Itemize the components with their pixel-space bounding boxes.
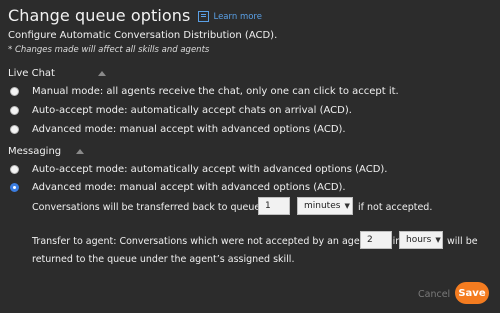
radio-button[interactable] [10,165,19,174]
transfer-back-label: Conversations will be transferred back t… [32,202,286,213]
dialog-subtitle: Configure Automatic Conversation Distrib… [8,30,278,41]
option-label: Auto-accept mode: automatically accept c… [32,105,352,116]
transfer-agent-line2: returned to the queue under the agent’s … [32,254,295,265]
live-chat-option-advanced[interactable]: Advanced mode: manual accept with advanc… [10,124,346,135]
transfer-agent-unit-select[interactable]: hours ▼ [399,231,443,249]
dialog-title: Change queue options [8,6,191,25]
radio-button[interactable] [10,87,19,96]
save-button[interactable]: Save [455,282,489,304]
messaging-heading-label: Messaging [8,146,62,157]
select-value: minutes [304,201,341,211]
dialog-header: Change queue options Learn more [8,6,262,25]
messaging-heading: Messaging [8,146,61,157]
live-chat-heading: Live Chat [8,68,55,79]
learn-more-link[interactable]: Learn more [213,12,261,22]
option-label: Advanced mode: manual accept with advanc… [32,124,346,135]
option-label: Advanced mode: manual accept with advanc… [32,182,346,193]
transfer-agent-label: Transfer to agent: Conversations which w… [32,236,402,247]
live-chat-option-auto-accept[interactable]: Auto-accept mode: automatically accept c… [10,105,352,116]
chevron-down-icon: ▼ [435,236,441,244]
live-chat-option-manual[interactable]: Manual mode: all agents receive the chat… [10,86,399,97]
transfer-agent-value-input[interactable]: 2 [360,231,392,249]
caret-up-icon[interactable] [76,149,84,154]
transfer-back-value-input[interactable]: 1 [258,197,290,215]
chevron-down-icon: ▼ [344,202,350,210]
radio-button-selected[interactable] [10,183,19,192]
transfer-back-unit-select[interactable]: minutes ▼ [297,197,353,215]
live-chat-heading-label: Live Chat [8,68,55,79]
cancel-button[interactable]: Cancel [418,289,450,300]
option-label: Manual mode: all agents receive the chat… [32,86,399,97]
changes-note: * Changes made will affect all skills an… [8,45,210,55]
transfer-back-suffix: if not accepted. [358,202,433,213]
change-queue-options-dialog: Change queue options Learn more Configur… [0,0,500,313]
messaging-option-advanced[interactable]: Advanced mode: manual accept with advanc… [10,182,346,193]
transfer-agent-suffix: will be [447,236,478,247]
radio-button[interactable] [10,125,19,134]
caret-up-icon[interactable] [98,71,106,76]
book-icon[interactable] [198,11,210,22]
option-label: Auto-accept mode: automatically accept w… [32,164,388,175]
messaging-option-auto-accept[interactable]: Auto-accept mode: automatically accept w… [10,164,388,175]
select-value: hours [406,235,432,245]
radio-button[interactable] [10,106,19,115]
